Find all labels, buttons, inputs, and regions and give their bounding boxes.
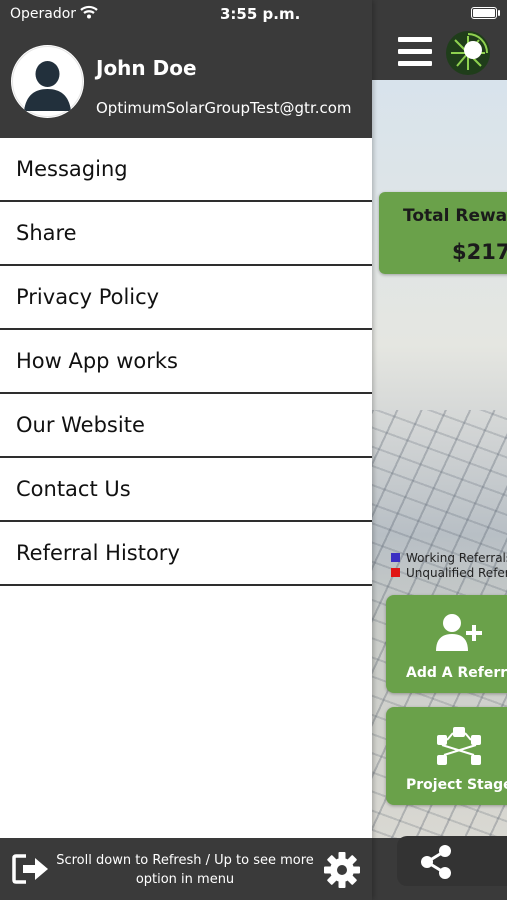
legend-item-unqualified: Unqualified Referr [391,565,507,580]
menu-item-label: Our Website [16,413,145,437]
referrals-legend: Working Referrals Unqualified Referr [391,550,507,580]
menu-item-referral-history[interactable]: Referral History [0,522,372,586]
add-referral-tile[interactable]: Add A Referral [386,595,507,693]
carrier-label: Operador [10,6,77,22]
footer-hint-text: Scroll down to Refresh / Up to see more … [56,853,314,887]
navigation-drawer: John Doe OptimumSolarGroupTest@gtr.com M… [0,0,372,900]
menu-item-contact-us[interactable]: Contact Us [0,458,372,522]
logout-icon[interactable] [12,853,50,885]
app-logo [446,31,490,75]
drawer-footer: Scroll down to Refresh / Up to see more … [0,838,372,900]
wifi-icon [80,5,98,19]
battery-nub [498,10,500,16]
project-stages-icon [437,727,481,765]
status-bar: Operador 3:55 p.m. [0,0,507,28]
menu-item-label: Messaging [16,157,128,181]
total-rewards-card: Total Rewar $2175 [379,192,507,274]
hamburger-menu-icon[interactable] [398,37,432,67]
add-user-icon [436,614,482,651]
legend-item-working: Working Referrals [391,550,507,565]
drawer-menu: Messaging Share Privacy Policy How App w… [0,138,372,586]
menu-item-privacy-policy[interactable]: Privacy Policy [0,266,372,330]
user-avatar-icon [12,46,83,117]
clock: 3:55 p.m. [220,5,301,23]
menu-item-messaging[interactable]: Messaging [0,138,372,202]
menu-item-label: Contact Us [16,477,131,501]
battery-icon [471,7,497,19]
settings-gear-icon[interactable] [323,851,361,889]
menu-item-label: Referral History [16,541,180,565]
legend-label-working: Working Referrals [406,550,507,565]
menu-item-label: Privacy Policy [16,285,160,309]
menu-item-label: Share [16,221,77,245]
menu-item-share[interactable]: Share [0,202,372,266]
legend-swatch-working [391,553,400,562]
add-referral-label: Add A Referral [406,665,507,681]
total-rewards-value: $2175 [452,240,507,264]
menu-item-our-website[interactable]: Our Website [0,394,372,458]
user-email: OptimumSolarGroupTest@gtr.com [96,99,352,117]
total-rewards-title: Total Rewar [403,206,507,226]
legend-swatch-unqualified [391,568,400,577]
share-icon[interactable] [419,844,453,880]
user-name: John Doe [96,56,197,80]
share-bar [397,836,507,886]
project-stages-label: Project Stages [406,777,507,793]
avatar[interactable] [11,45,84,118]
menu-item-label: How App works [16,349,178,373]
project-stages-tile[interactable]: Project Stages [386,707,507,805]
menu-item-how-app-works[interactable]: How App works [0,330,372,394]
legend-label-unqualified: Unqualified Referr [406,565,507,580]
